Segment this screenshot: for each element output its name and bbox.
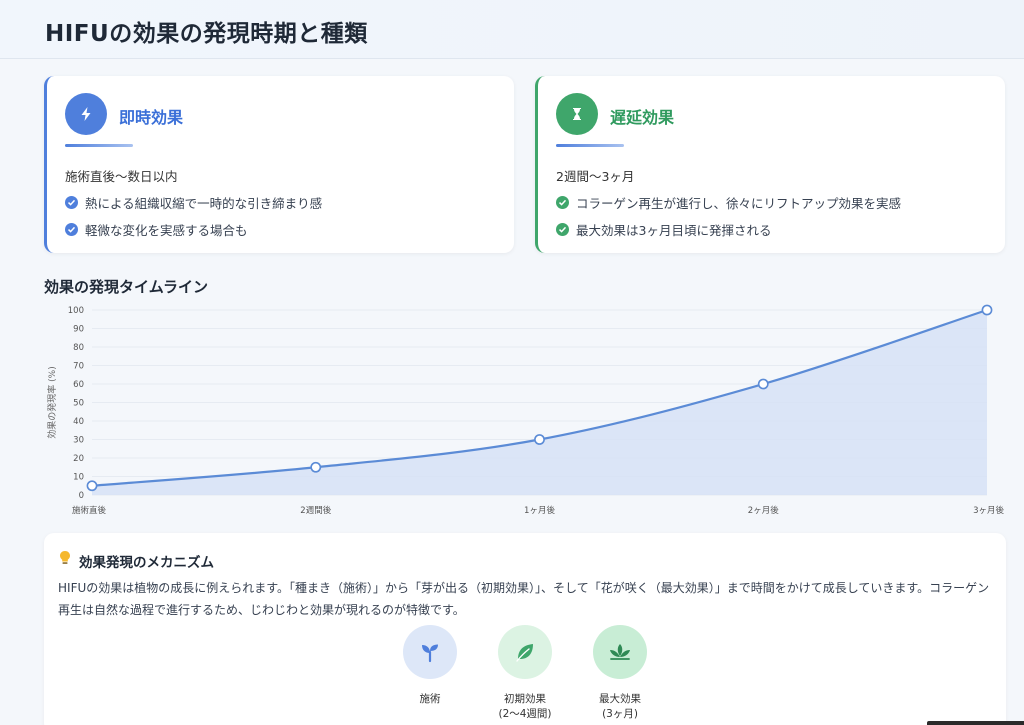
immediate-effect-card: 即時効果 施術直後〜数日以内 熱による組織収縮で一時的な引き締まり感 軽微な変化… — [44, 76, 514, 253]
stage-label: 初期効果 (2〜4週間) — [498, 693, 552, 720]
x-tick-label: 施術直後 — [72, 505, 107, 516]
y-tick-label: 90 — [73, 325, 84, 335]
stage-max: 最大効果 (3ヶ月) — [575, 625, 665, 722]
card-title: 遅延効果 — [610, 108, 675, 127]
card-period: 施術直後〜数日以内 — [65, 169, 178, 184]
data-point — [981, 304, 993, 316]
bullet-item: 軽微な変化を実感する場合も — [65, 220, 248, 239]
bullet-item: 最大効果は3ヶ月目頃に発揮される — [556, 220, 771, 239]
y-tick-label: 60 — [73, 380, 84, 390]
x-tick-label: 1ヶ月後 — [524, 505, 555, 516]
data-point — [86, 480, 98, 492]
bullet-text: コラーゲン再生が進行し、徐々にリフトアップ効果を実感 — [576, 196, 902, 211]
bullet-text: 軽微な変化を実感する場合も — [85, 223, 248, 238]
card-period: 2週間〜3ヶ月 — [556, 169, 635, 184]
y-axis-label: 効果の発現率 (%) — [46, 366, 58, 438]
delayed-effect-card: 遅延効果 2週間〜3ヶ月 コラーゲン再生が進行し、徐々にリフトアップ効果を実感 … — [535, 76, 1005, 253]
lotus-icon — [593, 625, 647, 679]
check-icon — [65, 223, 78, 236]
hourglass-icon — [556, 93, 598, 135]
y-tick-label: 80 — [73, 343, 84, 353]
mechanism-title: 効果発現のメカニズム — [79, 555, 214, 571]
x-tick-label: 3ヶ月後 — [973, 505, 1004, 516]
card-title: 即時効果 — [119, 108, 184, 127]
y-tick-label: 50 — [73, 399, 84, 409]
y-tick-label: 10 — [73, 473, 84, 483]
bullet-item: コラーゲン再生が進行し、徐々にリフトアップ効果を実感 — [556, 193, 901, 212]
y-tick-label: 30 — [73, 436, 84, 446]
data-point — [534, 434, 545, 445]
bullet-item: 熱による組織収縮で一時的な引き締まり感 — [65, 193, 322, 212]
stage-seed: 施術 — [385, 625, 475, 707]
x-tick-label: 2週間後 — [300, 505, 331, 516]
lightbulb-icon — [60, 551, 70, 564]
bullet-text: 最大効果は3ヶ月目頃に発揮される — [576, 223, 772, 238]
page-header: HIFUの効果の発現時期と種類 — [0, 0, 1024, 59]
page-title: HIFUの効果の発現時期と種類 — [45, 21, 368, 47]
y-tick-label: 0 — [79, 491, 84, 501]
data-point — [310, 461, 322, 473]
check-icon — [65, 196, 78, 209]
mechanism-text: HIFUの効果は植物の成長に例えられます。「種まき（施術）」から「芽が出る（初期… — [58, 581, 990, 617]
scroll-indicator — [927, 721, 1024, 725]
x-tick-label: 2ヶ月後 — [748, 505, 779, 516]
bullet-text: 熱による組織収縮で一時的な引き締まり感 — [85, 196, 323, 211]
y-tick-label: 40 — [73, 417, 84, 427]
mechanism-panel: 効果発現のメカニズム HIFUの効果は植物の成長に例えられます。「種まき（施術）… — [44, 533, 1006, 725]
y-tick-label: 100 — [68, 306, 84, 316]
stage-initial: 初期効果 (2〜4週間) — [480, 625, 570, 722]
timeline-chart: 0 10 20 30 40 50 60 70 80 90 100 効果の発現率 (%) 施術直後 2週間後… — [46, 304, 1004, 516]
lightning-icon — [65, 93, 107, 135]
y-tick-label: 20 — [73, 454, 84, 464]
y-tick-label: 70 — [73, 362, 84, 372]
check-icon — [556, 196, 569, 209]
data-point — [757, 378, 769, 390]
stage-label: 最大効果 (3ヶ月) — [599, 693, 641, 720]
timeline-title: 効果の発現タイムライン — [44, 278, 208, 296]
check-icon — [556, 223, 569, 236]
stage-label: 施術 — [419, 693, 441, 705]
title-underline — [556, 144, 624, 147]
title-underline — [65, 144, 133, 147]
sprout-icon — [403, 625, 457, 679]
leaf-icon — [498, 625, 552, 679]
